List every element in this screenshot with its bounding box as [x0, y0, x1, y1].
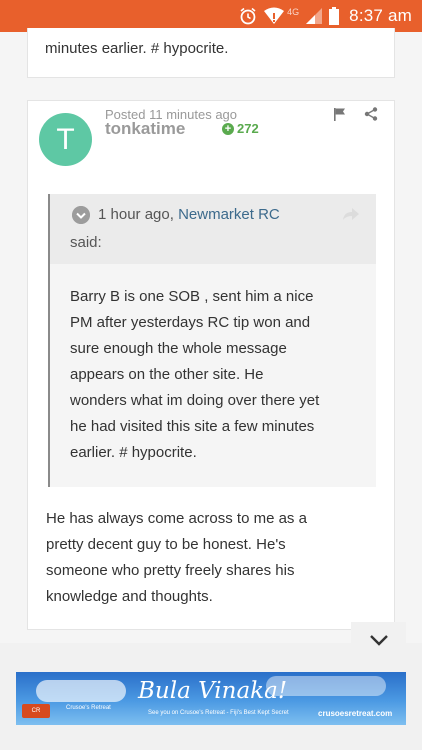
chevron-down-icon: [369, 634, 388, 646]
plus-icon: +: [222, 122, 234, 135]
battery-icon: [329, 7, 340, 25]
ad-logo: CR: [22, 704, 50, 718]
flag-icon[interactable]: [333, 107, 347, 121]
collapse-ad-button[interactable]: [351, 622, 406, 657]
quote-time: 1 hour ago,: [98, 206, 179, 223]
wifi-icon: [264, 7, 285, 24]
ad-cloud: [36, 680, 126, 702]
ad-tagline: See you on Crusoe's Retreat - Fiji's Bes…: [148, 710, 289, 716]
post-body: He has always come across to me as a pre…: [46, 510, 307, 605]
post-username[interactable]: tonkatime: [105, 119, 185, 139]
quote-author[interactable]: Newmarket RC: [178, 206, 280, 223]
quote-said: said:: [70, 234, 102, 251]
quote-header: 1 hour ago, Newmarket RC said:: [50, 194, 376, 264]
network-type: 4G: [287, 7, 300, 17]
jump-to-post-icon[interactable]: [342, 206, 360, 222]
ad-headline: Bula Vinaka!: [138, 678, 288, 704]
previous-post: minutes earlier. # hypocrite.: [27, 28, 395, 78]
avatar[interactable]: T: [39, 113, 92, 166]
ad-banner[interactable]: CR Crusoe's Retreat Bula Vinaka! See you…: [16, 672, 406, 725]
signal-icon: [306, 8, 323, 24]
ad-brand: Crusoe's Retreat: [66, 705, 111, 711]
previous-post-text: minutes earlier. # hypocrite.: [45, 40, 229, 57]
reputation-count: 272: [237, 121, 259, 136]
post: T Posted 11 minutes ago tonkatime + 272 …: [27, 100, 395, 630]
share-icon[interactable]: [364, 107, 378, 121]
ad-site-link: crusoesretreat.com: [318, 709, 393, 718]
quote-attribution: 1 hour ago, Newmarket RC: [98, 206, 280, 223]
alarm-icon: [240, 7, 256, 25]
quote-block: 1 hour ago, Newmarket RC said: Barry B i…: [48, 194, 376, 487]
quote-body: Barry B is one SOB , sent him a nice PM …: [70, 288, 320, 461]
reputation-badge: + 272: [222, 121, 259, 136]
clock: 8:37 am: [349, 6, 412, 25]
chevron-down-icon[interactable]: [72, 206, 90, 224]
